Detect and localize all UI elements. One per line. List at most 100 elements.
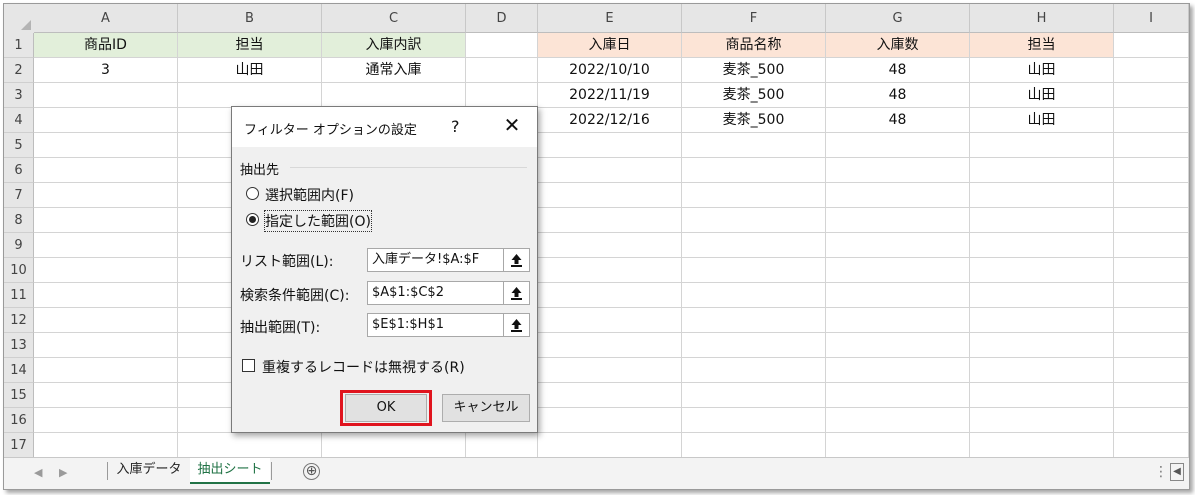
cell-e1[interactable]: 入庫日 bbox=[538, 33, 682, 58]
cell-h2[interactable]: 山田 bbox=[970, 58, 1114, 83]
scroll-tabs-left-icon[interactable]: ◀ bbox=[34, 466, 42, 479]
row-header-16[interactable]: 16 bbox=[4, 408, 34, 433]
grid-cell[interactable] bbox=[826, 383, 970, 408]
row-header-14[interactable]: 14 bbox=[4, 358, 34, 383]
cell-e4[interactable]: 2022/12/16 bbox=[538, 108, 682, 133]
grid-cell[interactable] bbox=[1114, 308, 1189, 333]
row-header-12[interactable]: 12 bbox=[4, 308, 34, 333]
grid-cell[interactable] bbox=[826, 408, 970, 433]
grid-cell[interactable] bbox=[1114, 183, 1189, 208]
row-header-17[interactable]: 17 bbox=[4, 433, 34, 458]
grid-cell[interactable] bbox=[682, 333, 826, 358]
grid-cell[interactable] bbox=[682, 283, 826, 308]
cell-h1[interactable]: 担当 bbox=[970, 33, 1114, 58]
cell-g2[interactable]: 48 bbox=[826, 58, 970, 83]
grid-cell[interactable] bbox=[826, 258, 970, 283]
grid-cell[interactable] bbox=[1114, 233, 1189, 258]
column-header-g[interactable]: G bbox=[826, 4, 970, 33]
grid-cell[interactable] bbox=[682, 308, 826, 333]
cancel-button[interactable]: キャンセル bbox=[442, 394, 530, 422]
grid-cell[interactable] bbox=[538, 283, 682, 308]
row-header-9[interactable]: 9 bbox=[4, 233, 34, 258]
cell-a2[interactable]: 3 bbox=[34, 58, 178, 83]
grid-cell[interactable] bbox=[682, 383, 826, 408]
grid-cell[interactable] bbox=[970, 208, 1114, 233]
grid-cell[interactable] bbox=[34, 358, 178, 383]
grid-cell[interactable] bbox=[826, 308, 970, 333]
grid-cell[interactable] bbox=[1114, 158, 1189, 183]
grid-cell[interactable] bbox=[466, 33, 538, 58]
grid-cell[interactable] bbox=[826, 333, 970, 358]
grid-cell[interactable] bbox=[682, 358, 826, 383]
scroll-tabs-right-icon[interactable]: ▶ bbox=[59, 466, 67, 479]
cell-e2[interactable]: 2022/10/10 bbox=[538, 58, 682, 83]
grid-cell[interactable] bbox=[178, 433, 322, 458]
cell-g4[interactable]: 48 bbox=[826, 108, 970, 133]
grid-cell[interactable] bbox=[1114, 383, 1189, 408]
grid-cell[interactable] bbox=[826, 283, 970, 308]
copy-to-collapse-button[interactable] bbox=[503, 313, 530, 337]
grid-cell[interactable] bbox=[682, 233, 826, 258]
grid-cell[interactable] bbox=[1114, 283, 1189, 308]
column-header-a[interactable]: A bbox=[34, 4, 178, 33]
cell-f1[interactable]: 商品名称 bbox=[682, 33, 826, 58]
grid-cell[interactable] bbox=[34, 433, 178, 458]
grid-cell[interactable] bbox=[34, 408, 178, 433]
list-range-collapse-button[interactable] bbox=[503, 248, 530, 272]
grid-cell[interactable] bbox=[34, 258, 178, 283]
column-header-i[interactable]: I bbox=[1114, 4, 1189, 33]
grid-cell[interactable] bbox=[178, 83, 322, 108]
grid-cell[interactable] bbox=[826, 208, 970, 233]
list-range-input[interactable]: 入庫データ!$A:$F bbox=[367, 248, 504, 272]
column-header-f[interactable]: F bbox=[682, 4, 826, 33]
cell-b2[interactable]: 山田 bbox=[178, 58, 322, 83]
grid-cell[interactable] bbox=[1114, 258, 1189, 283]
grid-cell[interactable] bbox=[1114, 33, 1189, 58]
grid-cell[interactable] bbox=[34, 133, 178, 158]
cell-f4[interactable]: 麦茶_500 bbox=[682, 108, 826, 133]
grid-cell[interactable] bbox=[538, 233, 682, 258]
cell-a1[interactable]: 商品ID bbox=[34, 33, 178, 58]
cell-b1[interactable]: 担当 bbox=[178, 33, 322, 58]
grid-cell[interactable] bbox=[970, 283, 1114, 308]
cell-g3[interactable]: 48 bbox=[826, 83, 970, 108]
grid-cell[interactable] bbox=[970, 183, 1114, 208]
grid-cell[interactable] bbox=[34, 383, 178, 408]
radio-filter-in-place[interactable]: 選択範囲内(F) bbox=[246, 185, 476, 205]
grid-cell[interactable] bbox=[538, 358, 682, 383]
grid-cell[interactable] bbox=[1114, 408, 1189, 433]
grid-cell[interactable] bbox=[826, 433, 970, 458]
unique-records-checkbox[interactable]: 重複するレコードは無視する(R) bbox=[242, 357, 532, 377]
tab-sheet-1[interactable]: 入庫データ bbox=[108, 458, 190, 484]
cell-f3[interactable]: 麦茶_500 bbox=[682, 83, 826, 108]
grid-cell[interactable] bbox=[1114, 133, 1189, 158]
grid-cell[interactable] bbox=[970, 358, 1114, 383]
grid-cell[interactable] bbox=[970, 233, 1114, 258]
row-header-5[interactable]: 5 bbox=[4, 133, 34, 158]
cell-h4[interactable]: 山田 bbox=[970, 108, 1114, 133]
grid-cell[interactable] bbox=[466, 58, 538, 83]
grid-cell[interactable] bbox=[826, 158, 970, 183]
grid-cell[interactable] bbox=[34, 158, 178, 183]
grid-cell[interactable] bbox=[826, 183, 970, 208]
grid-cell[interactable] bbox=[970, 158, 1114, 183]
grid-cell[interactable] bbox=[682, 408, 826, 433]
grid-cell[interactable] bbox=[682, 433, 826, 458]
cell-h3[interactable]: 山田 bbox=[970, 83, 1114, 108]
grid-cell[interactable] bbox=[1114, 58, 1189, 83]
grid-cell[interactable] bbox=[34, 183, 178, 208]
grid-cell[interactable] bbox=[538, 183, 682, 208]
row-header-13[interactable]: 13 bbox=[4, 333, 34, 358]
grid-cell[interactable] bbox=[970, 258, 1114, 283]
row-header-3[interactable]: 3 bbox=[4, 83, 34, 108]
grid-cell[interactable] bbox=[682, 183, 826, 208]
grid-cell[interactable] bbox=[538, 383, 682, 408]
radio-copy-to-location[interactable]: 指定した範囲(O) bbox=[246, 210, 476, 232]
grid-cell[interactable] bbox=[34, 108, 178, 133]
row-header-6[interactable]: 6 bbox=[4, 158, 34, 183]
grid-cell[interactable] bbox=[970, 333, 1114, 358]
grid-cell[interactable] bbox=[538, 133, 682, 158]
grid-cell[interactable] bbox=[34, 83, 178, 108]
grid-cell[interactable] bbox=[826, 133, 970, 158]
grid-cell[interactable] bbox=[34, 308, 178, 333]
